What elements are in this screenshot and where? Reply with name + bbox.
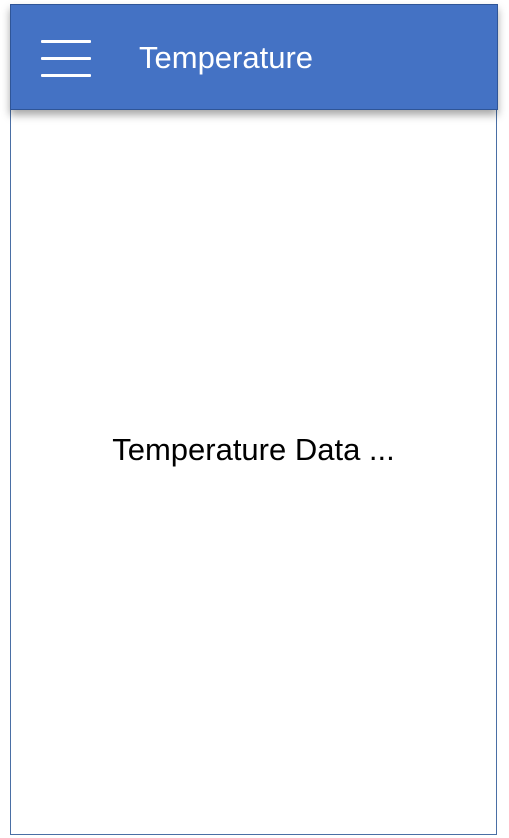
hamburger-menu-icon[interactable] bbox=[41, 39, 93, 77]
menu-line bbox=[41, 40, 91, 43]
menu-line bbox=[41, 57, 91, 60]
temperature-data-placeholder: Temperature Data ... bbox=[112, 432, 395, 467]
main-content: Temperature Data ... bbox=[10, 110, 497, 835]
page-title: Temperature bbox=[139, 40, 314, 75]
menu-line bbox=[41, 74, 91, 77]
app-bar: Temperature bbox=[10, 4, 498, 110]
